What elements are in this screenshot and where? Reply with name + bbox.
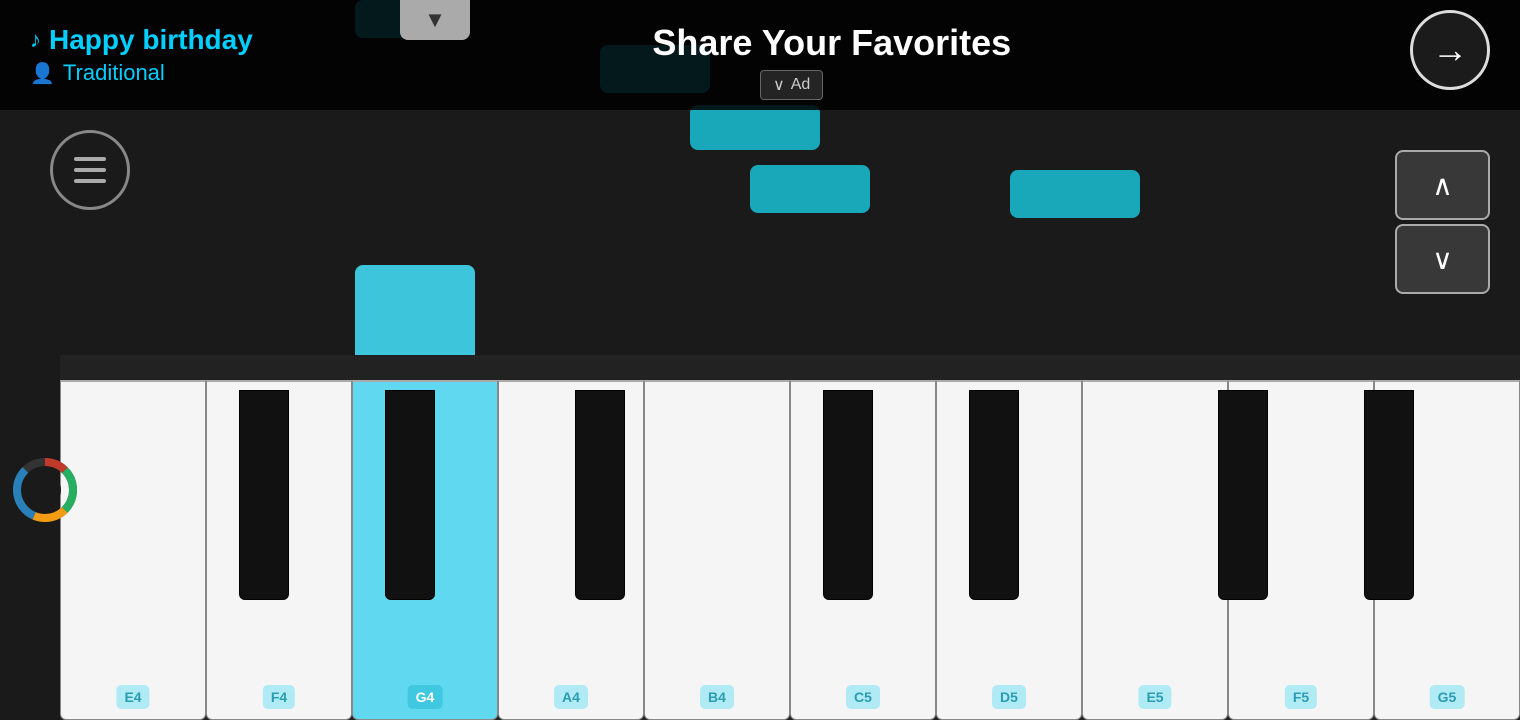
- black-key-fs5[interactable]: [1218, 390, 1268, 600]
- nav-down-icon: ∨: [1432, 243, 1453, 276]
- key-label-d5: D5: [992, 685, 1026, 709]
- dropdown-arrow-button[interactable]: ▼: [400, 0, 470, 40]
- key-label-e4: E4: [116, 685, 149, 709]
- falling-note-4: [750, 165, 870, 213]
- key-label-a4: A4: [554, 685, 588, 709]
- falling-note-3: [690, 105, 820, 150]
- falling-note-5: [1010, 170, 1140, 218]
- song-title: ♪ Happy birthday: [30, 24, 253, 56]
- progress-svg: [10, 455, 80, 525]
- black-key-cs5[interactable]: [823, 390, 873, 600]
- ad-chevron: ∨: [773, 75, 785, 95]
- nav-up-icon: ∧: [1432, 169, 1453, 202]
- music-note-icon: ♪: [30, 27, 41, 53]
- key-label-c5: C5: [846, 685, 880, 709]
- share-text: Share Your Favorites: [652, 22, 1011, 63]
- falling-note-active: [355, 265, 475, 365]
- nav-buttons: ∧ ∨: [1395, 150, 1490, 294]
- ad-badge[interactable]: ∨ Ad: [760, 70, 823, 100]
- black-key-gs5[interactable]: [1364, 390, 1414, 600]
- white-key-e5[interactable]: E5: [1082, 380, 1228, 720]
- song-info: ♪ Happy birthday 👤 Traditional: [30, 24, 253, 86]
- key-label-g5: G5: [1430, 685, 1465, 709]
- menu-lines-icon: [74, 157, 106, 183]
- dropdown-icon: ▼: [424, 7, 446, 33]
- nav-up-button[interactable]: ∧: [1395, 150, 1490, 220]
- arrow-right-button[interactable]: →: [1410, 10, 1490, 90]
- song-author-text: Traditional: [63, 60, 165, 86]
- song-author: 👤 Traditional: [30, 60, 253, 86]
- arrow-right-icon: →: [1432, 29, 1468, 71]
- black-key-gs4[interactable]: [385, 390, 435, 600]
- piano-app: ♪ Happy birthday 👤 Traditional Share You…: [0, 0, 1520, 720]
- key-label-g4: G4: [408, 685, 443, 709]
- key-label-f5: F5: [1285, 685, 1317, 709]
- key-label-e5: E5: [1138, 685, 1171, 709]
- black-key-ds5[interactable]: [969, 390, 1019, 600]
- song-title-text: Happy birthday: [49, 24, 253, 56]
- black-key-as4[interactable]: [575, 390, 625, 600]
- progress-donut: [10, 455, 80, 525]
- person-icon: 👤: [30, 61, 55, 86]
- key-label-b4: B4: [700, 685, 734, 709]
- share-banner: Share Your Favorites: [652, 22, 1011, 64]
- black-key-fs4[interactable]: [239, 390, 289, 600]
- key-label-f4: F4: [263, 685, 295, 709]
- nav-down-button[interactable]: ∨: [1395, 224, 1490, 294]
- keyboard-area: E4 F4 G4 A4 B4 C5 D5 E5: [60, 355, 1520, 720]
- menu-button[interactable]: [50, 130, 130, 210]
- white-key-b4[interactable]: B4: [644, 380, 790, 720]
- white-key-e4[interactable]: E4: [60, 380, 206, 720]
- ad-label: Ad: [791, 76, 811, 94]
